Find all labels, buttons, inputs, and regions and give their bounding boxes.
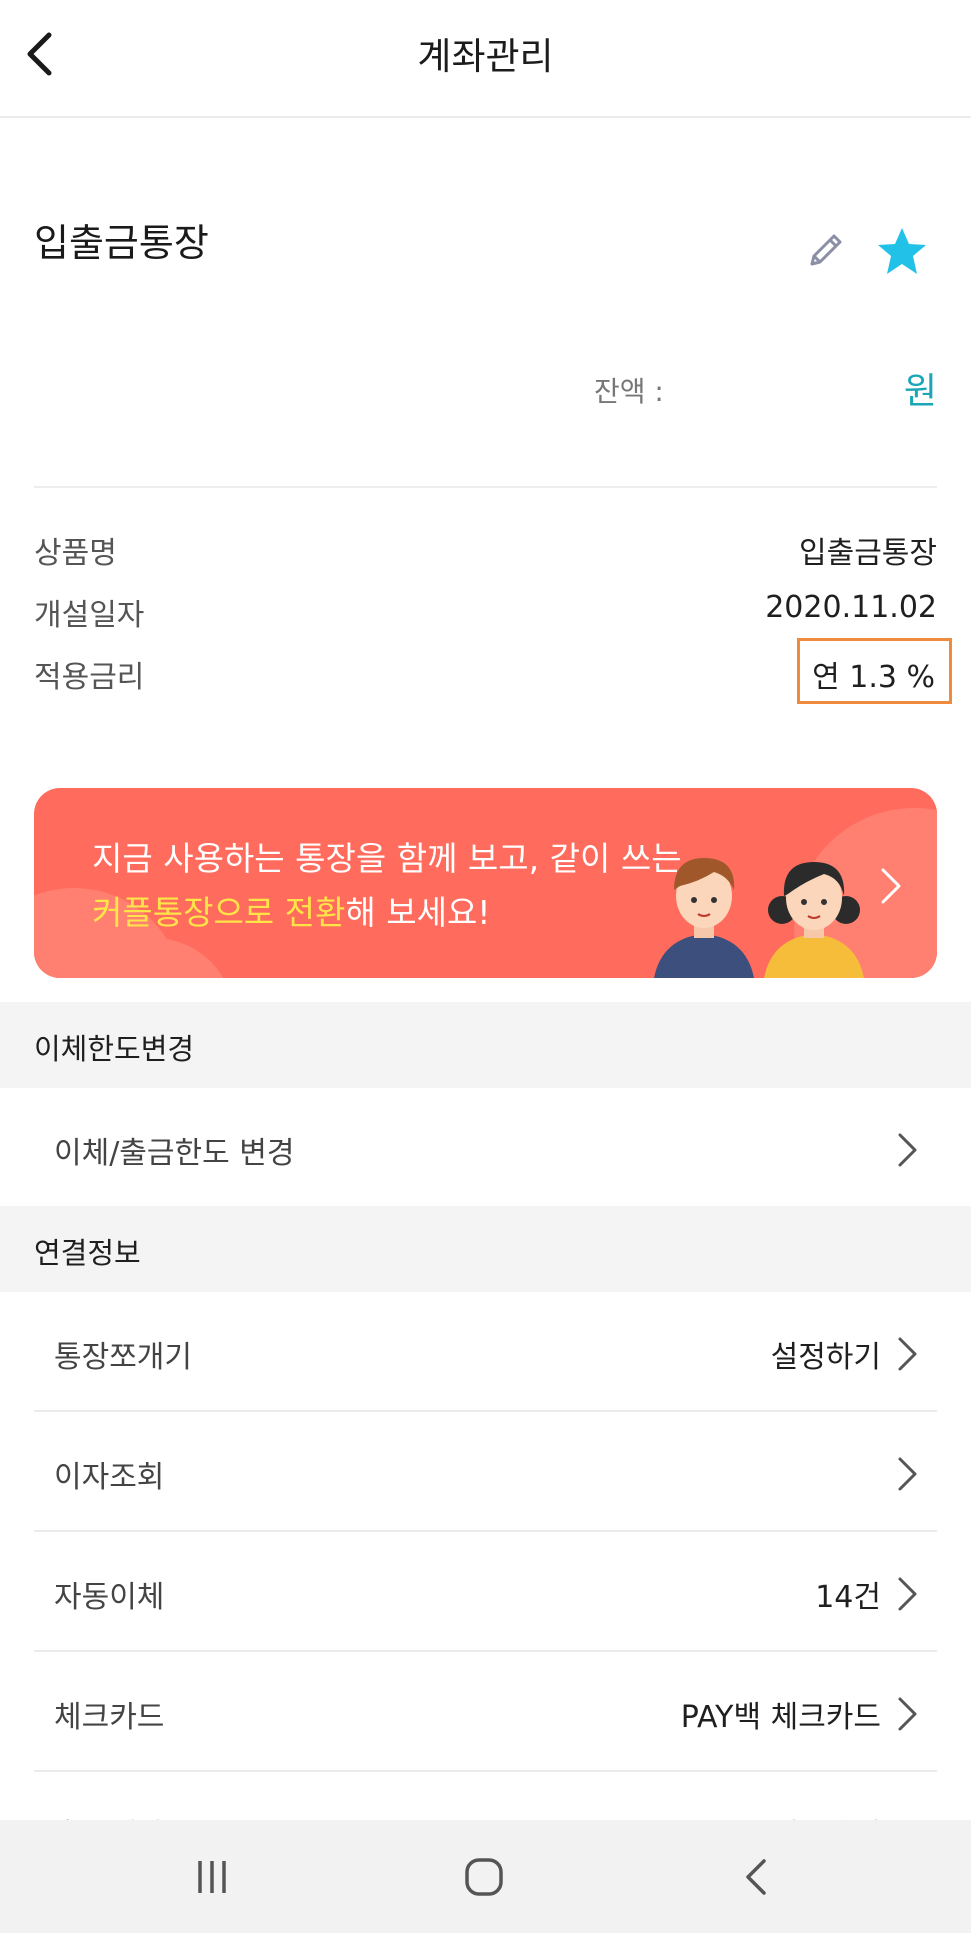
menu-item-value: PAY백 체크카드 <box>680 1700 881 1735</box>
menu-item-label: 체크카드 <box>54 1700 165 1735</box>
account-name: 입출금통장 <box>34 221 209 265</box>
banner-highlight-text: 커플통장으로 전환 <box>92 893 346 932</box>
product-row: 상품명 입출금통장 <box>34 522 937 572</box>
system-navigation-bar <box>0 1820 971 1933</box>
menu-item-label: 이체/출금한도 변경 <box>54 1136 295 1171</box>
star-icon <box>878 228 926 274</box>
opened-date-row: 개설일자 2020.11.02 <box>34 584 937 634</box>
home-button[interactable] <box>424 1820 544 1933</box>
menu-item-transfer-limit[interactable]: 이체/출금한도 변경 <box>34 1088 937 1208</box>
menu-item-split-account[interactable]: 통장쪼개기 설정하기 <box>34 1292 937 1412</box>
chevron-right-icon <box>898 1577 917 1611</box>
banner-text-rest: 해 보세요! <box>345 893 491 932</box>
home-icon <box>465 1857 503 1896</box>
chevron-right-icon <box>898 1697 917 1731</box>
recent-apps-icon <box>198 1860 226 1893</box>
back-icon <box>746 1858 766 1895</box>
interest-rate-row: 적용금리 연 1.3 % <box>34 638 952 704</box>
menu-item-value: 해지하기 <box>771 1810 881 1820</box>
menu-item-partial[interactable]: 출금계좌 해지하기 <box>34 1770 937 1820</box>
chevron-right-icon <box>898 1457 917 1491</box>
page-title: 계좌관리 <box>417 35 554 78</box>
menu-item-value: 14건 <box>815 1580 881 1615</box>
couple-illustration <box>654 858 864 978</box>
opened-date-label: 개설일자 <box>34 598 145 633</box>
banner-text-line1: 지금 사용하는 통장을 함께 보고, 같이 쓰는 <box>92 839 682 878</box>
balance-unit: 원 <box>903 371 937 412</box>
menu-item-label: 통장쪼개기 <box>54 1340 192 1375</box>
product-label: 상품명 <box>34 536 117 571</box>
edit-name-button[interactable] <box>802 228 848 274</box>
menu-item-label: 이자조회 <box>54 1460 165 1495</box>
chevron-right-icon <box>881 868 901 904</box>
menu-item-auto-transfer[interactable]: 자동이체 14건 <box>34 1532 937 1652</box>
interest-rate-value: 연 1.3 % <box>812 660 935 695</box>
chevron-right-icon <box>898 1133 917 1167</box>
interest-rate-label: 적용금리 <box>34 660 145 695</box>
menu-item-check-card[interactable]: 체크카드 PAY백 체크카드 <box>34 1652 937 1772</box>
section-title-limit: 이체한도변경 <box>34 1032 195 1066</box>
balance-label: 잔액 : <box>594 375 664 408</box>
section-title-linked: 연결정보 <box>34 1236 141 1270</box>
divider <box>34 486 937 488</box>
section-header-linked: 연결정보 <box>0 1206 971 1292</box>
recent-apps-button[interactable] <box>152 1820 272 1933</box>
opened-date-value: 2020.11.02 <box>765 590 937 625</box>
chevron-right-icon <box>898 1337 917 1371</box>
app-header: 계좌관리 <box>0 0 971 118</box>
product-value: 입출금통장 <box>799 536 937 571</box>
pencil-icon <box>810 234 842 266</box>
section-header-limit: 이체한도변경 <box>0 1002 971 1088</box>
system-back-button[interactable] <box>696 1820 816 1933</box>
menu-item-interest-inquiry[interactable]: 이자조회 <box>34 1412 937 1532</box>
menu-item-label: 자동이체 <box>54 1580 165 1615</box>
menu-item-value: 설정하기 <box>770 1340 881 1375</box>
favorite-button[interactable] <box>874 224 930 280</box>
banner-text-line2: 커플통장으로 전환해 보세요! <box>92 886 491 934</box>
menu-item-label: 출금계좌 <box>54 1810 164 1820</box>
couple-account-banner[interactable]: 지금 사용하는 통장을 함께 보고, 같이 쓰는 커플통장으로 전환해 보세요! <box>34 788 937 978</box>
